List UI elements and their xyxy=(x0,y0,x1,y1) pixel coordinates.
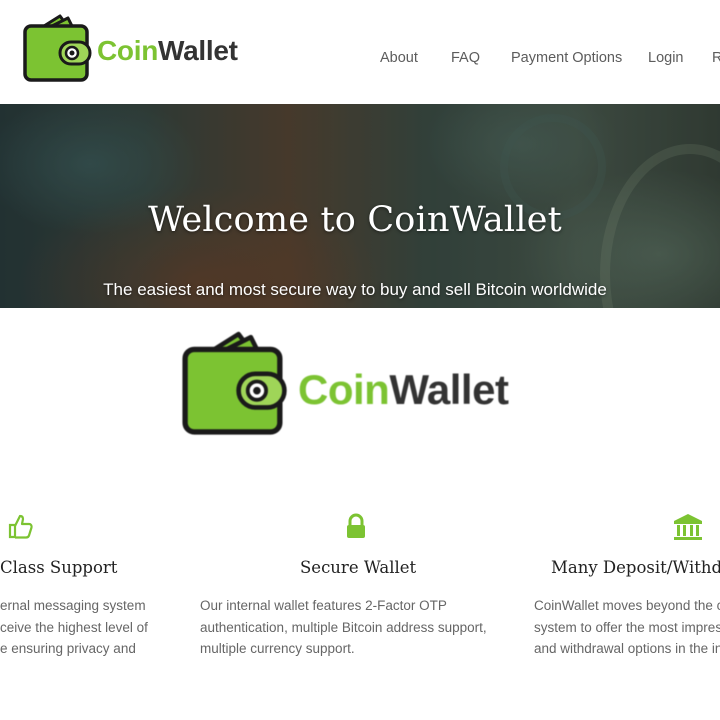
nav-register[interactable]: R xyxy=(712,50,720,66)
thumbs-up-icon xyxy=(8,514,33,539)
feature-title: Many Deposit/Withdr xyxy=(551,558,720,577)
feature-line: authentication, multiple Bitcoin address… xyxy=(200,619,487,635)
hero-banner: Welcome to CoinWallet The easiest and mo… xyxy=(0,104,720,308)
wallet-logo-icon xyxy=(182,331,287,435)
featured-brand-wallet: Wallet xyxy=(389,366,509,413)
feature-line: ernal messaging system xyxy=(0,598,146,613)
feature-secure-wallet: Secure Wallet Our internal wallet featur… xyxy=(200,512,520,712)
feature-title: Class Support xyxy=(0,558,118,577)
feature-line: Our internal wallet features 2-Factor OT… xyxy=(200,598,447,613)
main-nav: About FAQ Payment Options Login R xyxy=(0,50,720,70)
feature-support: Class Support ernal messaging system cei… xyxy=(0,512,190,712)
feature-line: CoinWallet moves beyond the c xyxy=(534,598,720,613)
nav-about[interactable]: About xyxy=(380,50,418,66)
nav-faq[interactable]: FAQ xyxy=(451,50,480,66)
bank-icon xyxy=(674,514,702,540)
hero-title: Welcome to CoinWallet xyxy=(148,200,562,240)
feature-line: and withdrawal options in the in xyxy=(534,641,720,656)
nav-payment-options[interactable]: Payment Options xyxy=(511,50,622,66)
lock-icon xyxy=(347,513,365,538)
nav-login[interactable]: Login xyxy=(648,50,683,66)
site-header: CoinWallet About FAQ Payment Options Log… xyxy=(0,0,720,104)
hero-subtitle: The easiest and most secure way to buy a… xyxy=(103,280,607,299)
feature-description: Our internal wallet features 2-Factor OT… xyxy=(200,595,487,660)
featured-logo: CoinWallet xyxy=(180,328,540,443)
feature-title: Secure Wallet xyxy=(300,558,417,577)
featured-brand-name: CoinWallet xyxy=(298,366,509,414)
featured-brand-coin: Coin xyxy=(298,366,390,413)
feature-description: ernal messaging system ceive the highest… xyxy=(0,595,148,660)
feature-line: system to offer the most impres xyxy=(534,619,720,635)
feature-line: e ensuring privacy and xyxy=(0,641,136,656)
wallet-logo-icon xyxy=(23,14,92,82)
feature-description: CoinWallet moves beyond the c system to … xyxy=(534,595,720,660)
feature-line: ceive the highest level of xyxy=(0,619,148,635)
feature-line: multiple currency support. xyxy=(200,641,355,656)
feature-deposit-withdrawal: Many Deposit/Withdr CoinWallet moves bey… xyxy=(534,512,720,712)
